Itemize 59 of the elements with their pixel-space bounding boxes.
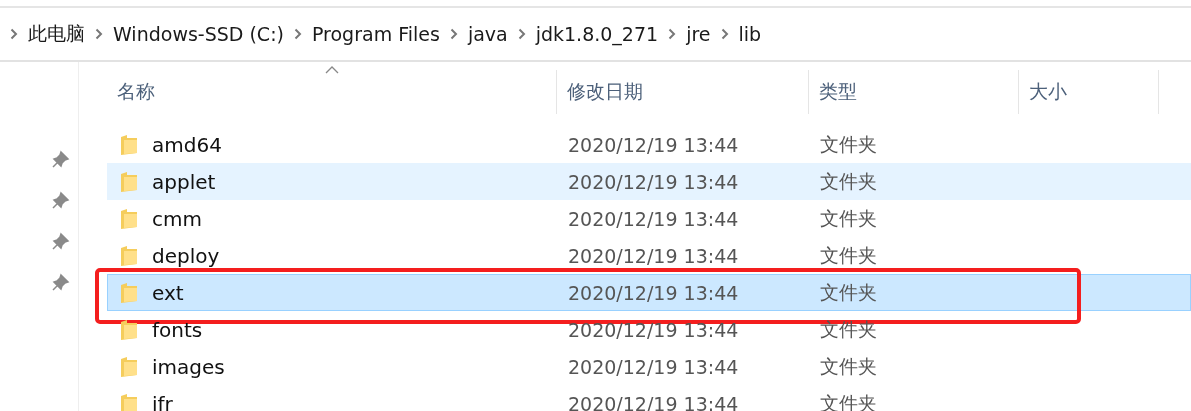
pin-icon[interactable] <box>52 232 70 250</box>
file-row[interactable]: fonts 2020/12/19 13:44 文件夹 <box>107 311 1191 348</box>
modified-date: 2020/12/19 13:44 <box>567 133 740 156</box>
file-row[interactable]: cmm 2020/12/19 13:44 文件夹 <box>107 200 1191 237</box>
breadcrumb-item[interactable]: Windows-SSD (C:) <box>107 23 290 45</box>
column-header[interactable]: 修改日期 <box>557 70 809 114</box>
chevron-icon[interactable] <box>449 28 458 40</box>
folder-icon <box>120 133 138 156</box>
modified-date: 2020/12/19 13:44 <box>567 281 740 304</box>
breadcrumb-item[interactable]: jdk1.8.0_271 <box>529 23 665 45</box>
breadcrumb-item[interactable]: Program Files <box>305 23 446 45</box>
file-type: 文件夹 <box>819 242 878 268</box>
file-name: cmm <box>152 206 202 231</box>
file-row[interactable]: amd64 2020/12/19 13:44 文件夹 <box>107 126 1191 163</box>
modified-date: 2020/12/19 13:44 <box>567 244 740 267</box>
modified-date: 2020/12/19 13:44 <box>567 355 740 378</box>
file-name: ext <box>152 280 184 305</box>
file-type: 文件夹 <box>819 168 878 194</box>
pin-icon[interactable] <box>52 191 70 209</box>
file-row[interactable]: images 2020/12/19 13:44 文件夹 <box>107 348 1191 385</box>
modified-date: 2020/12/19 13:44 <box>567 207 740 230</box>
file-type: 文件夹 <box>819 205 878 231</box>
modified-date: 2020/12/19 13:44 <box>567 170 740 193</box>
pin-icon[interactable] <box>52 273 70 291</box>
folder-icon <box>120 392 138 411</box>
breadcrumb-item[interactable]: lib <box>732 23 768 45</box>
folder-icon <box>120 355 138 378</box>
file-name: images <box>152 354 225 379</box>
folder-icon <box>120 207 138 230</box>
chevron-icon[interactable] <box>517 28 526 40</box>
chevron-icon[interactable] <box>10 28 18 40</box>
chevron-icon[interactable] <box>668 28 677 40</box>
folder-icon <box>120 244 138 267</box>
file-row[interactable]: ext 2020/12/19 13:44 文件夹 <box>107 274 1191 311</box>
column-header[interactable]: 名称 <box>107 70 557 114</box>
chevron-icon[interactable] <box>720 28 729 40</box>
breadcrumb-item[interactable]: java <box>461 23 514 45</box>
pin-icon[interactable] <box>52 150 70 168</box>
file-row[interactable]: applet 2020/12/19 13:44 文件夹 <box>107 163 1191 200</box>
modified-date: 2020/12/19 13:44 <box>567 318 740 341</box>
folder-icon <box>120 318 138 341</box>
breadcrumb-item[interactable]: jre <box>680 23 717 45</box>
file-name: fonts <box>152 317 203 342</box>
file-name: ifr <box>152 391 173 411</box>
file-row[interactable]: deploy 2020/12/19 13:44 文件夹 <box>107 237 1191 274</box>
breadcrumb-item[interactable]: 此电脑 <box>22 21 91 47</box>
file-type: 文件夹 <box>819 316 878 342</box>
folder-icon <box>120 281 138 304</box>
file-type: 文件夹 <box>819 353 878 379</box>
column-header[interactable]: 类型 <box>809 70 1019 114</box>
file-name: deploy <box>152 243 220 268</box>
chevron-icon[interactable] <box>293 28 302 40</box>
chevron-icon[interactable] <box>95 28 103 40</box>
file-type: 文件夹 <box>819 131 878 157</box>
folder-icon <box>120 170 138 193</box>
column-header[interactable]: 大小 <box>1019 70 1159 114</box>
file-name: amd64 <box>152 132 222 157</box>
file-name: applet <box>152 169 216 194</box>
file-type: 文件夹 <box>819 279 878 305</box>
